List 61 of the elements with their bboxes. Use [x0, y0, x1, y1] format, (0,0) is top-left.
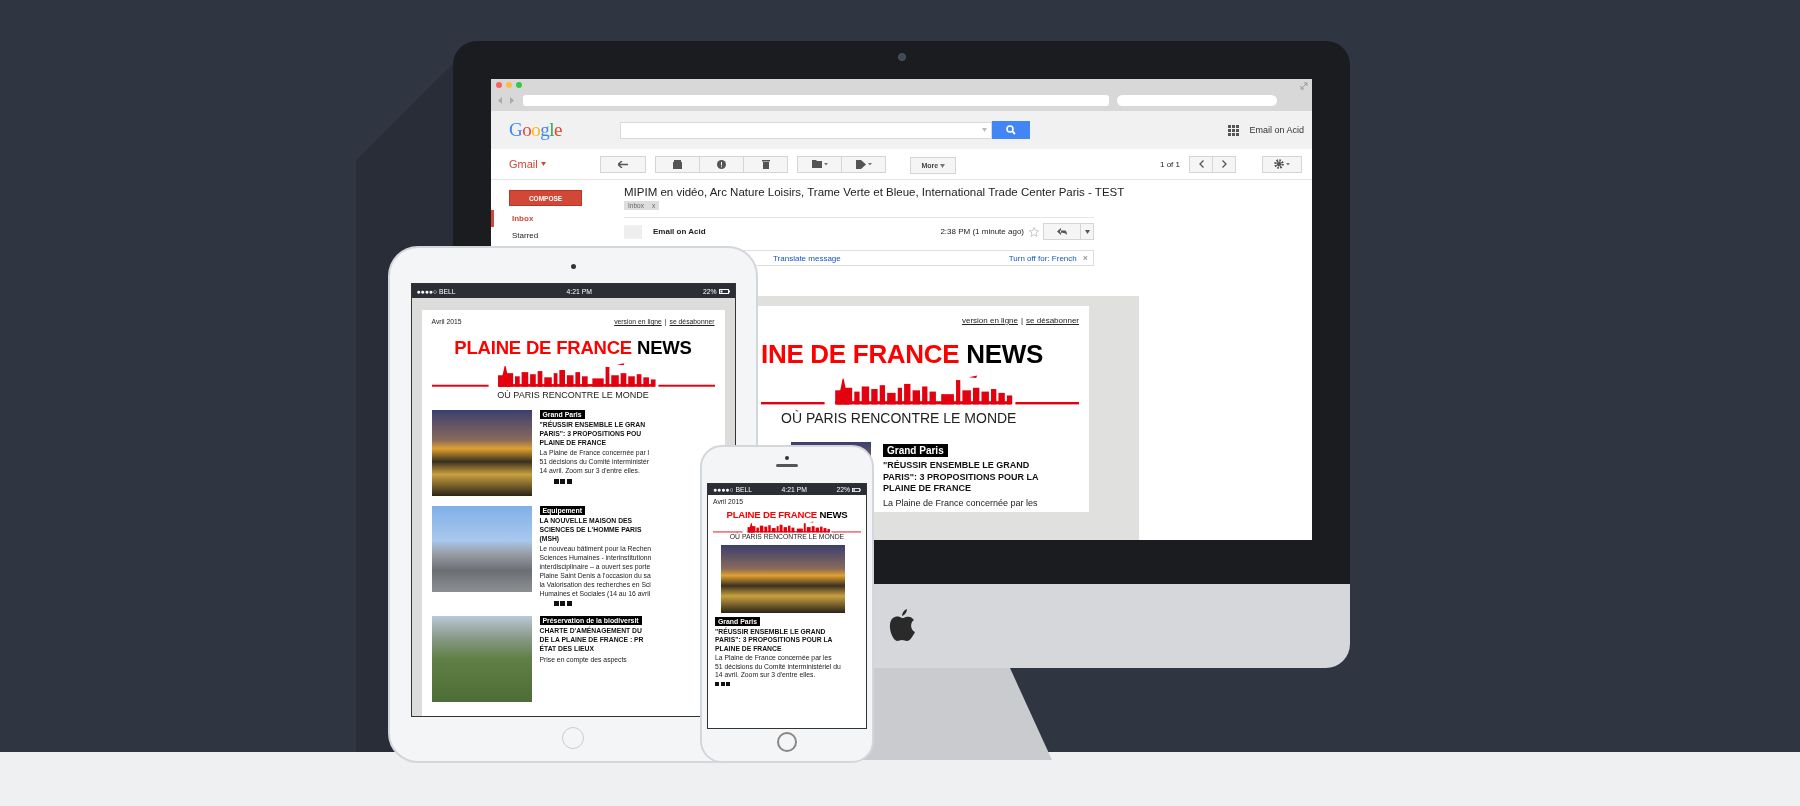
turn-off-link[interactable]: Turn off for: French [1008, 253, 1077, 263]
dismiss-button[interactable]: × [1082, 253, 1088, 263]
back-button[interactable] [600, 155, 646, 173]
camera-icon [570, 264, 576, 269]
labels-button[interactable] [841, 155, 886, 173]
exclamation-icon [717, 159, 726, 169]
reply-arrow-icon [1057, 228, 1067, 235]
delete-button[interactable] [743, 155, 788, 173]
caret-icon [982, 128, 987, 132]
caret-icon [939, 163, 945, 168]
folder-item[interactable]: Starred [491, 227, 609, 244]
newsletter-tagline: OÙ PARIS RENCONTRE LE MONDE [496, 390, 650, 400]
window-controls-icon [496, 82, 522, 88]
mail-search-field[interactable] [620, 121, 992, 139]
more-actions-button[interactable] [1080, 223, 1094, 240]
star-icon[interactable] [1029, 226, 1039, 237]
sender-name: Email on Acid [653, 227, 706, 236]
folder-icon [811, 160, 828, 168]
chevron-right-icon [1221, 160, 1227, 168]
newsletter-link[interactable]: version en ligne [961, 316, 1018, 325]
google-logo[interactable]: Google [509, 119, 620, 141]
move-to-button[interactable] [797, 155, 842, 173]
speaker-icon [776, 464, 798, 467]
reply-arrow-icon [618, 160, 628, 168]
account-name[interactable]: Email on Acid [1249, 125, 1304, 135]
battery-icon [718, 288, 730, 294]
home-button[interactable] [777, 732, 797, 752]
article-summary: La Plaine de France concernée par les [883, 498, 1038, 509]
newsletter-link[interactable]: se désabonner [1026, 316, 1079, 325]
settings-button[interactable] [1262, 155, 1302, 173]
camera-icon [785, 456, 789, 460]
folder-item[interactable]: Inbox [491, 210, 609, 227]
pagination-count: 1 of 1 [1160, 159, 1180, 169]
chevron-left-icon [1198, 160, 1204, 168]
search-button[interactable] [992, 121, 1030, 139]
logo-icon [887, 609, 916, 643]
newsletter-title: INE DE FRANCE NEWS [761, 339, 1045, 370]
caret-icon [540, 162, 546, 166]
battery-icon [852, 487, 861, 492]
archive-button[interactable] [655, 155, 700, 173]
reply-button[interactable] [1043, 223, 1081, 240]
message-time: 2:38 PM (1 minute ago) [940, 227, 1024, 236]
gmail-menu[interactable]: Gmail [491, 158, 591, 170]
category-label: Grand Paris [883, 444, 948, 457]
newsletter-title: PLAINE DE FRANCE NEWS [453, 337, 693, 359]
article-headline[interactable]: "RÉUSSIR ENSEMBLE LE GRAND PARIS": 3 PROPOSITIONS POUR LA PLAINE DE FRANCE [883, 460, 1039, 496]
tag-icon [855, 159, 872, 169]
newsletter-tagline: OÙ PARIS RENCONTRE LE MONDE [780, 410, 1018, 426]
camera-icon [897, 53, 906, 61]
settings-icon [1273, 159, 1291, 169]
link-separator: | [1021, 316, 1024, 325]
email-subject: MIPIM en vidéo, Arc Nature Loisirs, Trame Verte et Bleue, International Trade Center Paris - TEST [624, 186, 1125, 198]
trash-icon [761, 159, 770, 169]
archive-icon [673, 159, 682, 169]
caret-icon [1084, 229, 1090, 234]
browser-search-field[interactable] [1117, 94, 1277, 106]
newsletter-title: PLAINE DE FRANCE NEWS [726, 509, 848, 520]
apps-grid-icon[interactable] [1228, 124, 1240, 136]
translate-link[interactable]: Translate message [773, 253, 841, 263]
report-spam-button[interactable] [699, 155, 744, 173]
search-icon [1006, 125, 1016, 135]
